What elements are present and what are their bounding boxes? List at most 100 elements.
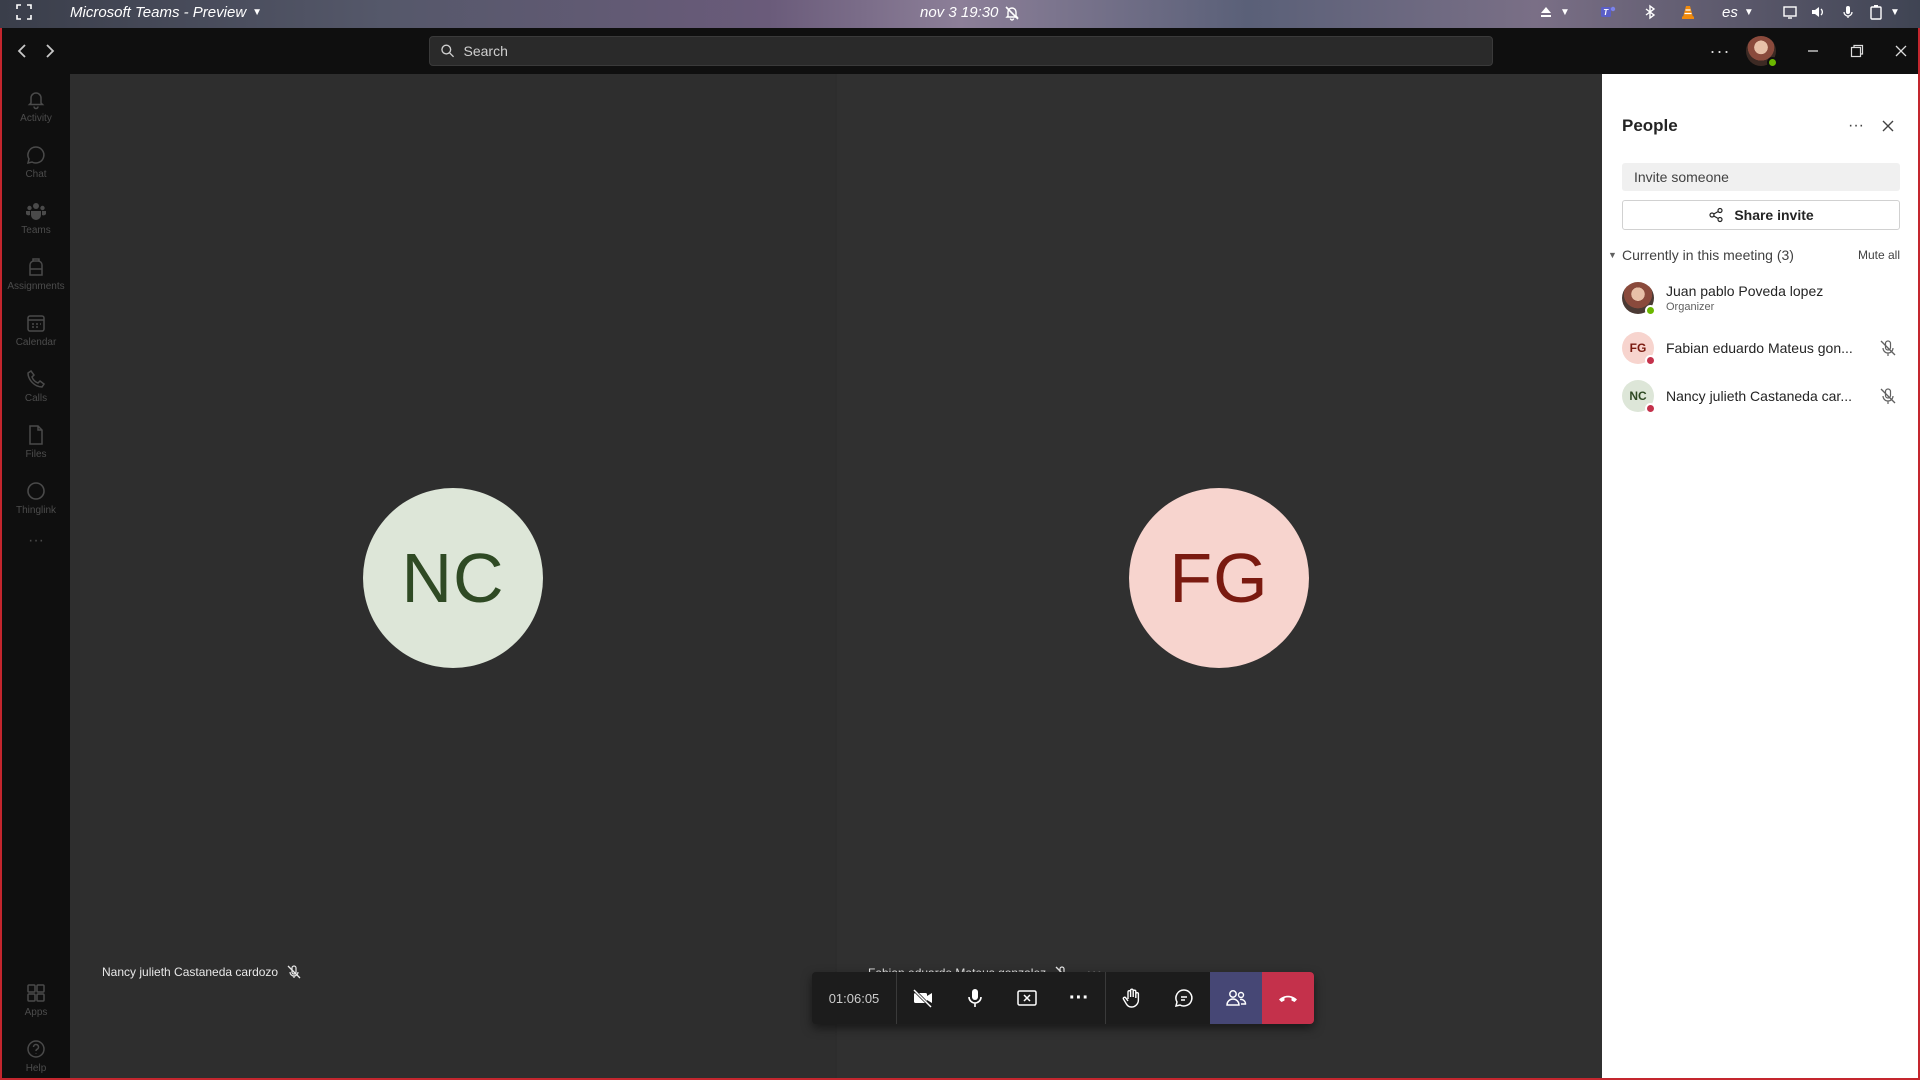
minimize-button[interactable] <box>1798 37 1828 65</box>
presence-available-icon <box>1645 305 1656 316</box>
chat-icon <box>26 146 45 165</box>
restore-icon <box>1850 44 1864 58</box>
language-selector[interactable]: es ▼ <box>1722 4 1754 21</box>
search-input[interactable] <box>463 43 1492 59</box>
close-panel-button[interactable] <box>1876 114 1900 138</box>
participant-row[interactable]: FG Fabian eduardo Mateus gon... <box>1622 328 1902 368</box>
invite-someone-input[interactable] <box>1622 163 1900 191</box>
participant-info: Fabian eduardo Mateus gon... <box>1666 340 1878 356</box>
ellipsis-icon: ··· <box>1848 117 1864 134</box>
mic-muted-icon[interactable] <box>1878 338 1898 358</box>
participant-row[interactable]: Juan pablo Poveda lopez Organizer <box>1622 278 1902 318</box>
rail-item-apps[interactable]: Apps <box>2 974 70 1026</box>
profile-button[interactable] <box>1744 36 1778 68</box>
participant-row[interactable]: NC Nancy julieth Castaneda car... <box>1622 376 1902 416</box>
camera-toggle-button[interactable] <box>897 972 949 1024</box>
participant-role: Organizer <box>1666 301 1715 313</box>
teams-window: ··· Activity Chat Teams Assign <box>0 28 1920 1080</box>
chevron-down-icon: ▼ <box>252 7 263 18</box>
forward-button[interactable] <box>38 39 62 63</box>
chevron-down-icon: ▼ <box>1608 250 1617 260</box>
bell-icon <box>27 92 45 110</box>
teams-icon <box>26 203 46 220</box>
participant-tile-nc[interactable]: NC Nancy julieth Castaneda cardozo <box>70 74 835 1078</box>
app-menu[interactable]: Microsoft Teams - Preview ▼ <box>70 4 262 21</box>
share-tray-icon <box>1017 990 1037 1006</box>
share-invite-button[interactable]: Share invite <box>1622 200 1900 230</box>
participants-button[interactable] <box>1210 972 1262 1024</box>
share-screen-button[interactable] <box>1001 972 1053 1024</box>
circle-icon <box>27 482 45 500</box>
raise-hand-button[interactable] <box>1106 972 1158 1024</box>
power-menu[interactable]: ▼ <box>1868 4 1900 20</box>
ellipsis-icon: ··· <box>1709 40 1731 61</box>
close-window-button[interactable] <box>1886 37 1916 65</box>
vlc-icon[interactable] <box>1680 4 1696 20</box>
app-menu-title: Microsoft Teams - Preview <box>70 4 247 21</box>
participant-info: Juan pablo Poveda lopez Organizer <box>1666 283 1902 313</box>
call-timer: 01:06:05 <box>828 990 880 1006</box>
rail-item-teams[interactable]: Teams <box>2 192 70 244</box>
hang-up-button[interactable] <box>1262 972 1314 1024</box>
chat-button[interactable] <box>1158 972 1210 1024</box>
avatar: FG <box>1622 332 1656 366</box>
rail-item-thinglink[interactable]: Thinglink <box>2 472 70 524</box>
microphone-tray-icon[interactable] <box>1840 4 1856 20</box>
rail-item-label: Activity <box>20 113 52 124</box>
participant-name: Nancy julieth Castaneda cardozo <box>102 965 279 979</box>
rail-item-activity[interactable]: Activity <box>2 80 70 132</box>
rail-item-label: Thinglink <box>15 505 57 516</box>
rail-item-chat[interactable]: Chat <box>2 136 70 188</box>
meeting-stage: NC Nancy julieth Castaneda cardozo FG Fa… <box>70 74 1602 1078</box>
rail-item-files[interactable]: Files <box>2 416 70 468</box>
file-icon <box>29 425 43 445</box>
bluetooth-icon[interactable] <box>1642 4 1658 20</box>
rail-item-label: Apps <box>24 1007 48 1018</box>
rail-item-label: Files <box>25 449 47 460</box>
apps-icon <box>27 984 45 1002</box>
activities-icon[interactable] <box>16 4 32 20</box>
more-options-button[interactable]: ··· <box>1704 37 1736 65</box>
section-label: Currently in this meeting (3) <box>1622 247 1794 263</box>
rail-item-label: Chat <box>25 169 47 180</box>
share-invite-label: Share invite <box>1734 207 1814 223</box>
rail-item-assignments[interactable]: Assignments <box>2 248 70 300</box>
participant-avatar: FG <box>1129 488 1309 668</box>
phone-icon <box>27 369 46 388</box>
search-icon <box>441 44 455 58</box>
presence-busy-icon <box>1645 403 1656 414</box>
search-bar[interactable] <box>429 36 1493 66</box>
mute-all-button[interactable]: Mute all <box>1858 248 1900 262</box>
eject-icon[interactable]: ▼ <box>1538 4 1570 20</box>
in-meeting-section-header[interactable]: ▼ Currently in this meeting (3) Mute all <box>1608 246 1900 264</box>
more-actions-button[interactable]: ··· <box>1053 972 1105 1024</box>
clock-text: nov 3 19:30 <box>920 4 999 21</box>
rail-item-label: Help <box>25 1063 47 1074</box>
minimize-icon <box>1808 50 1818 52</box>
avatar-initials: NC <box>401 539 505 617</box>
display-icon[interactable] <box>1782 4 1798 20</box>
rail-item-help[interactable]: Help <box>2 1030 70 1080</box>
participant-tile-fg[interactable]: FG Fabian eduardo Mateus gonzalez ··· <box>837 74 1602 1078</box>
participant-name: Fabian eduardo Mateus gon... <box>1666 340 1853 356</box>
rail-more-button[interactable]: ··· <box>2 526 70 556</box>
rail-item-calls[interactable]: Calls <box>2 360 70 412</box>
ellipsis-icon: ··· <box>28 532 44 549</box>
backpack-icon <box>29 258 43 276</box>
people-icon <box>1226 990 1247 1006</box>
rail-item-calendar[interactable]: Calendar <box>2 304 70 356</box>
panel-more-button[interactable]: ··· <box>1844 114 1868 138</box>
chevron-left-icon <box>17 44 26 58</box>
restore-button[interactable] <box>1842 37 1872 65</box>
teams-tray-icon[interactable]: T <box>1600 4 1616 20</box>
mic-toggle-button[interactable] <box>949 972 1001 1024</box>
mic-muted-icon[interactable] <box>1878 386 1898 406</box>
volume-icon[interactable] <box>1810 4 1826 20</box>
language-text: es <box>1722 4 1738 21</box>
clock[interactable]: nov 3 19:30 <box>920 4 1020 21</box>
avatar <box>1746 36 1778 68</box>
back-button[interactable] <box>10 39 34 63</box>
battery-icon <box>1870 5 1882 20</box>
rail-item-label: Teams <box>21 225 51 236</box>
call-controls: 01:06:05 ··· <box>812 972 1314 1024</box>
